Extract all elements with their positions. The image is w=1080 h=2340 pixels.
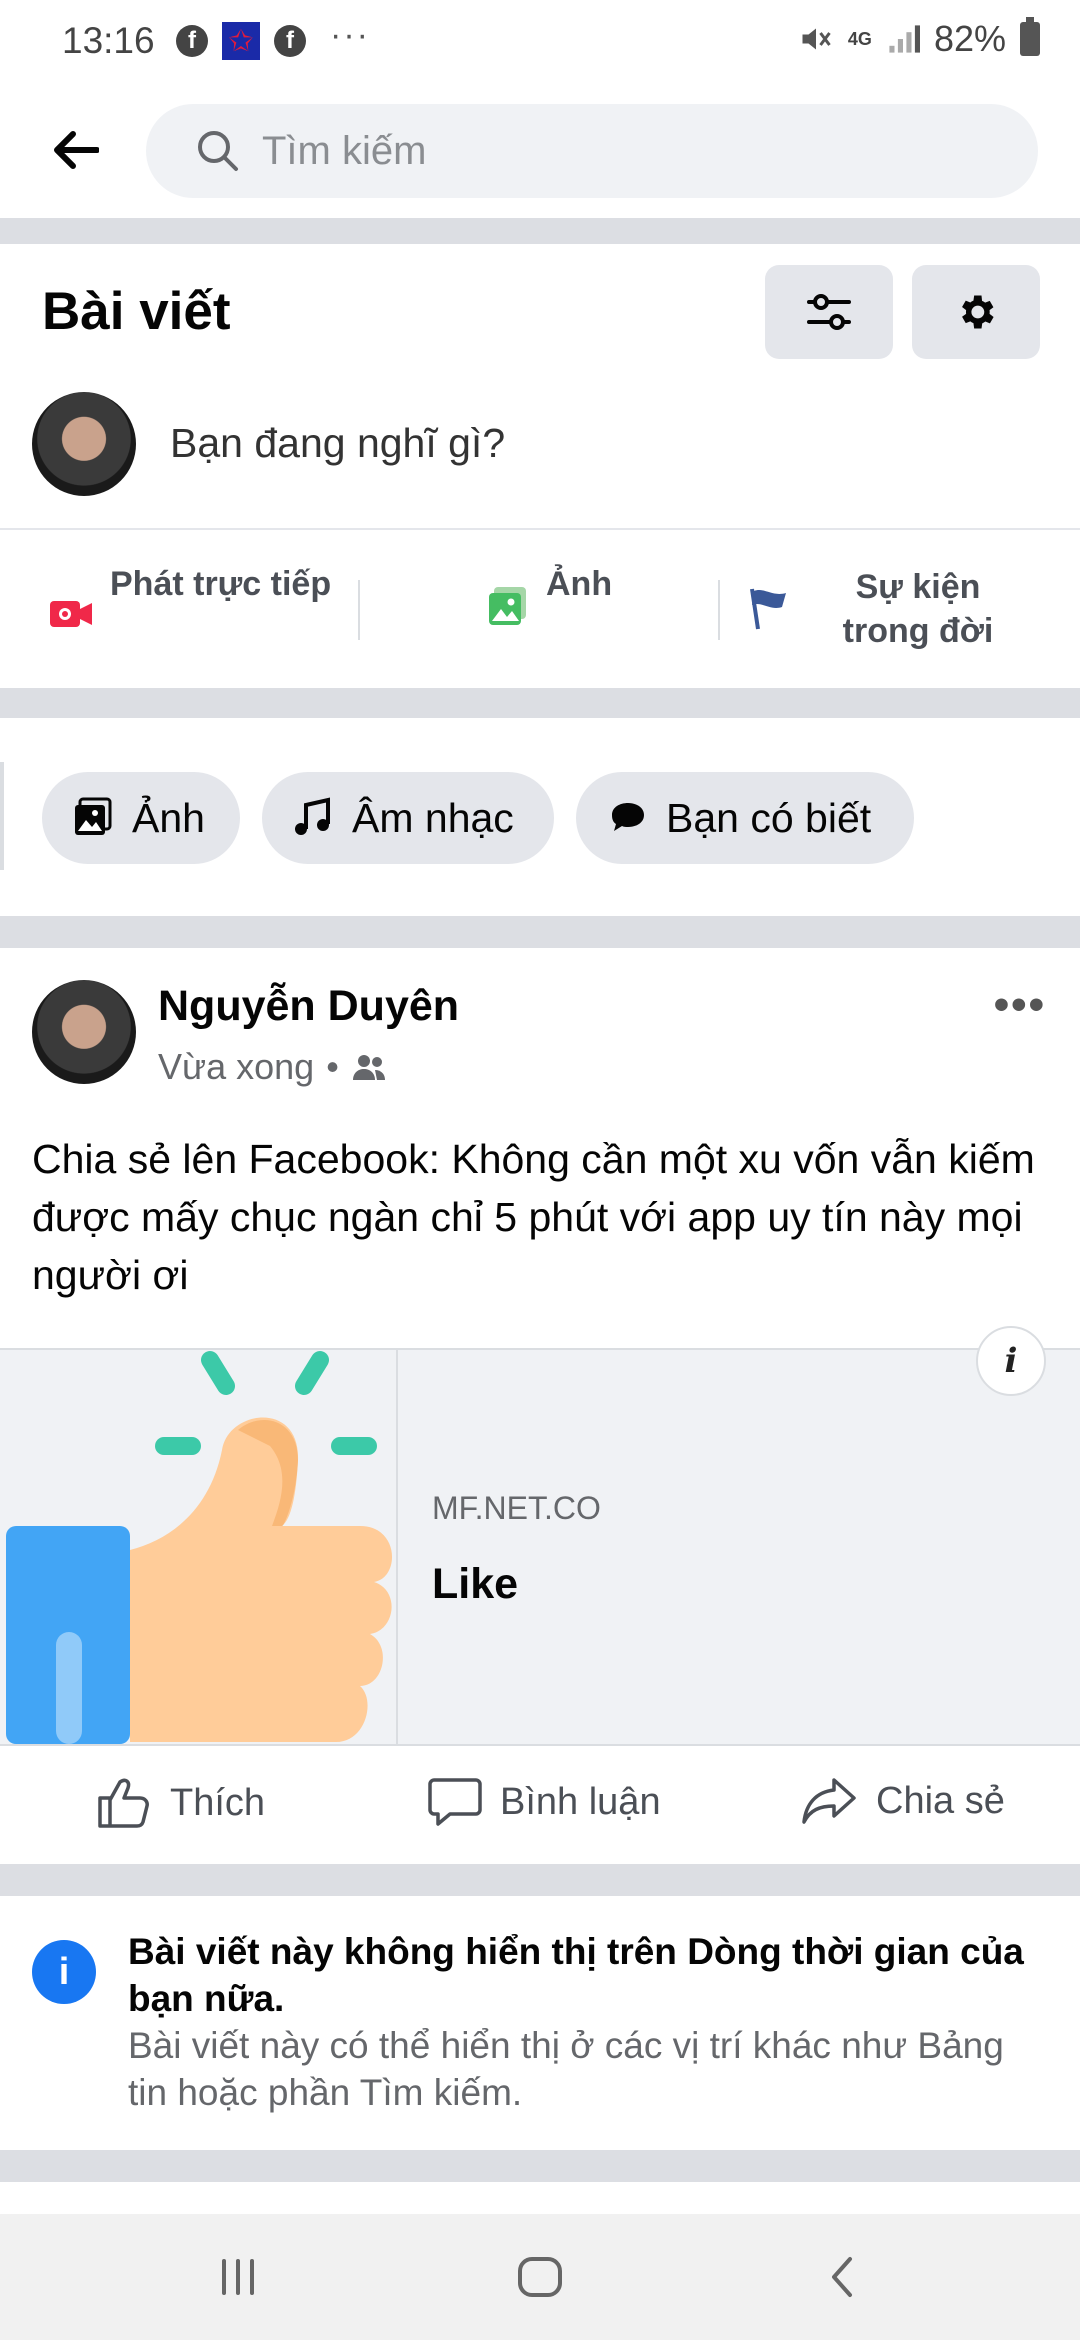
meta-separator: • — [326, 1046, 339, 1087]
gear-icon — [962, 295, 994, 329]
comment-icon — [428, 1778, 482, 1826]
chip-music[interactable]: Âm nhạc — [262, 772, 554, 864]
friends-icon[interactable] — [351, 1052, 387, 1082]
link-title: Like — [432, 1560, 519, 1608]
section-divider — [0, 2150, 1080, 2182]
network-type: 4G — [847, 28, 872, 49]
action-life-event[interactable]: Sự kiện trong đời — [746, 565, 1028, 653]
notice-body: Bài viết này có thể hiển thị ở các vị tr… — [128, 2025, 1004, 2113]
home-icon — [518, 2257, 562, 2297]
back-button[interactable] — [40, 120, 110, 180]
avatar[interactable] — [32, 392, 136, 496]
battery-icon — [1020, 17, 1040, 56]
status-time: 13:16 — [62, 20, 155, 61]
info-button[interactable]: i — [976, 1326, 1046, 1396]
speech-bubble-icon — [612, 803, 644, 831]
settings-button[interactable] — [912, 265, 1040, 359]
search-header — [0, 84, 1080, 218]
system-back-button[interactable] — [742, 2214, 942, 2340]
section-divider — [0, 1864, 1080, 1896]
reaction-bar: Thích Bình luận Chia sẻ — [0, 1746, 1080, 1864]
chevron-left-icon — [832, 2257, 852, 2297]
like-button[interactable]: Thích — [96, 1776, 265, 1830]
notification-icons: f ✩ f ··· — [176, 16, 370, 60]
post-time[interactable]: Vừa xong — [158, 1046, 314, 1088]
filter-sliders-icon — [807, 294, 851, 330]
facebook-notification-icon: f — [274, 25, 306, 57]
info-icon: i — [32, 1940, 96, 2004]
chip-label: Ảnh — [132, 794, 205, 841]
app-star-icon: ✩ — [222, 22, 260, 60]
post-text: Chia sẻ lên Facebook: Không cần một xu v… — [32, 1136, 1035, 1298]
chip-photo[interactable]: Ảnh — [42, 772, 240, 864]
chip-label: Âm nhạc — [352, 794, 514, 841]
section-divider — [0, 688, 1080, 718]
action-label: Ảnh — [546, 565, 613, 603]
status-bar: 13:16 f ✩ f ··· 4G 82% — [0, 0, 1080, 84]
post-meta: Vừa xong • — [158, 1046, 387, 1088]
action-label: Sự kiện trong đời — [842, 568, 994, 650]
system-status: 4G 82% — [798, 17, 1040, 60]
link-thumbnail — [0, 1350, 398, 1744]
separator — [718, 580, 720, 640]
recent-apps-icon — [222, 2259, 254, 2295]
share-button[interactable]: Chia sẻ — [802, 1776, 1005, 1826]
live-video-icon — [50, 601, 92, 627]
notice-title: Bài viết này không hiển thị trên Dòng th… — [128, 1931, 1024, 2019]
search-icon — [198, 131, 238, 171]
mute-icon — [802, 28, 831, 50]
thumbs-up-icon — [98, 1778, 149, 1828]
action-label: Phát trực tiếp — [110, 565, 332, 603]
composer-prompt[interactable]: Bạn đang nghĩ gì? — [170, 420, 505, 467]
divider-line — [0, 528, 1080, 530]
section-divider — [0, 916, 1080, 948]
system-nav-bar — [0, 2214, 1080, 2340]
share-icon — [802, 1778, 856, 1824]
home-button[interactable] — [440, 2214, 640, 2340]
chip-label: Bạn có biết — [666, 794, 872, 841]
battery-percent: 82% — [933, 18, 1006, 59]
music-note-icon — [295, 797, 330, 835]
action-live-video[interactable]: Phát trực tiếp — [48, 565, 331, 637]
photo-icon — [489, 587, 526, 625]
signal-icon — [889, 25, 920, 53]
author-avatar[interactable] — [32, 980, 136, 1084]
page-title: Bài viết — [42, 282, 231, 341]
share-label: Chia sẻ — [876, 1779, 1005, 1822]
comment-label: Bình luận — [500, 1780, 661, 1823]
section-divider — [0, 218, 1080, 244]
photo-icon — [75, 797, 112, 835]
link-domain: MF.NET.CO — [432, 1490, 601, 1526]
back-arrow-icon — [54, 131, 99, 169]
post-author[interactable]: Nguyễn Duyên — [158, 982, 459, 1031]
scroll-edge — [0, 762, 4, 870]
search-input[interactable] — [262, 128, 962, 174]
recent-apps-button[interactable] — [138, 2214, 338, 2340]
like-label: Thích — [170, 1781, 266, 1824]
flag-icon — [750, 588, 786, 630]
chip-did-you-know[interactable]: Bạn có biết — [576, 772, 914, 864]
link-preview[interactable]: MF.NET.CO Like — [0, 1348, 1080, 1746]
more-notifications-icon: ··· — [330, 15, 370, 54]
thumbs-up-illustration-icon — [6, 1351, 393, 1744]
action-photo[interactable]: Ảnh — [486, 565, 612, 629]
post-more-button[interactable]: ••• — [994, 980, 1046, 1030]
filter-button[interactable] — [765, 265, 893, 359]
facebook-notification-icon: f — [176, 25, 208, 57]
search-bar[interactable] — [146, 104, 1038, 198]
comment-button[interactable]: Bình luận — [428, 1776, 661, 1828]
separator — [358, 580, 360, 640]
